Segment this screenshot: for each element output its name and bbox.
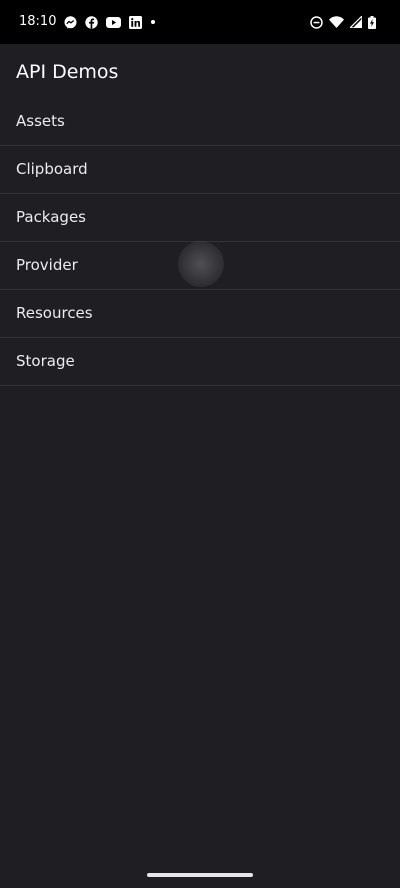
youtube-icon	[106, 16, 121, 28]
gesture-nav-handle[interactable]	[147, 873, 253, 877]
wifi-icon	[329, 16, 344, 28]
list-item-provider[interactable]: Provider	[0, 242, 400, 290]
more-dot-icon	[150, 19, 156, 25]
api-list: Assets Clipboard Packages Provider Resou…	[0, 98, 400, 386]
list-item-label: Storage	[16, 352, 75, 370]
list-item-label: Resources	[16, 304, 93, 322]
list-item-storage[interactable]: Storage	[0, 338, 400, 386]
notification-icons	[64, 14, 156, 30]
list-item-label: Assets	[16, 112, 65, 130]
battery-charging-icon	[368, 15, 376, 29]
status-bar: 18:10	[0, 0, 400, 44]
linkedin-icon	[129, 15, 142, 29]
facebook-icon	[85, 15, 98, 29]
list-item-label: Clipboard	[16, 160, 88, 178]
system-icons	[310, 14, 376, 30]
page-title: API Demos	[16, 61, 119, 83]
list-item-label: Provider	[16, 256, 78, 274]
app-bar: API Demos	[0, 44, 400, 98]
screen: 18:10 API Demos Assets Clipboard Package…	[0, 0, 400, 888]
list-item-clipboard[interactable]: Clipboard	[0, 146, 400, 194]
list-item-assets[interactable]: Assets	[0, 98, 400, 146]
list-item-resources[interactable]: Resources	[0, 290, 400, 338]
do-not-disturb-icon	[310, 15, 323, 29]
status-time: 18:10	[19, 14, 57, 29]
list-item-label: Packages	[16, 208, 86, 226]
messenger-icon	[64, 15, 77, 29]
cell-signal-icon	[350, 16, 362, 28]
list-item-packages[interactable]: Packages	[0, 194, 400, 242]
